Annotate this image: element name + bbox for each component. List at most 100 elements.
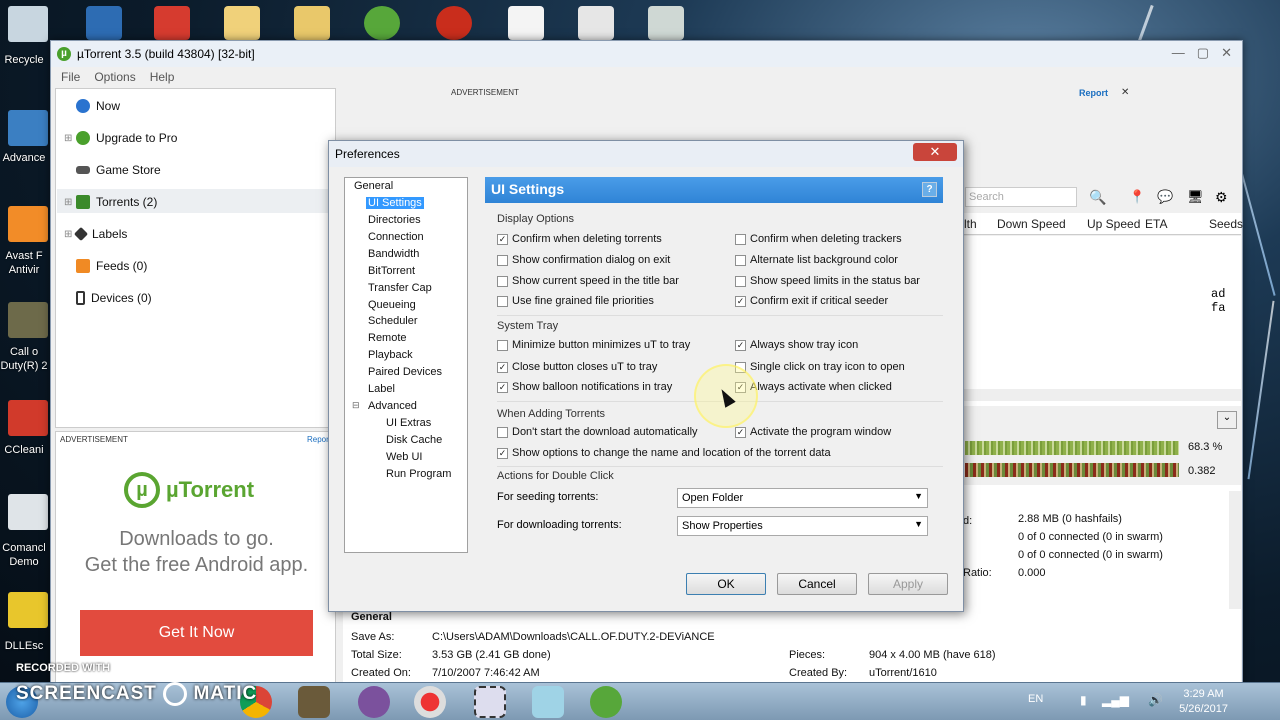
window-icon[interactable] (648, 6, 684, 40)
gear-icon[interactable]: ⚙ (1215, 189, 1228, 206)
checkbox-balloon-notifications[interactable]: ✓ Show balloon notifications in tray (497, 381, 672, 393)
checkbox-box[interactable]: ✓ (497, 381, 508, 393)
tree-item-playback[interactable]: Playback (366, 349, 415, 361)
tree-item-ui-extras[interactable]: UI Extras (384, 417, 433, 429)
comanche-icon[interactable] (8, 494, 48, 530)
sidebar-item-feeds[interactable]: Feeds (0) (64, 256, 147, 276)
checkbox-single-click-tray[interactable]: Single click on tray icon to open (735, 361, 905, 373)
file-icon[interactable] (578, 6, 614, 40)
report-link[interactable]: Report (1079, 88, 1108, 98)
tree-item-general[interactable]: General (352, 180, 395, 192)
checkbox-always-activate[interactable]: ✓ Always activate when clicked (735, 381, 892, 393)
checkbox-minimize-tray[interactable]: Minimize button minimizes uT to tray (497, 339, 690, 351)
tree-item-advanced[interactable]: Advanced (366, 400, 419, 412)
dialog-close-icon[interactable]: ✕ (913, 143, 957, 161)
menu-help[interactable]: Help (150, 70, 175, 84)
game-icon[interactable] (298, 686, 330, 718)
tree-item-scheduler[interactable]: Scheduler (366, 315, 420, 327)
expand-icon[interactable]: ⊞ (64, 133, 76, 144)
tree-item-run-program[interactable]: Run Program (384, 468, 453, 480)
tree-item-label[interactable]: Label (366, 383, 397, 395)
battery-icon[interactable]: ▮ (1080, 693, 1087, 707)
checkbox-box[interactable] (497, 295, 508, 307)
sidebar-item-torrents[interactable]: ⊞ Torrents (2) (64, 192, 157, 212)
checkbox-confirm-exit-seeder[interactable]: ✓ Confirm exit if critical seeder (735, 295, 888, 307)
checkbox-activate-window[interactable]: ✓ Activate the program window (735, 426, 891, 438)
checkbox-close-tray[interactable]: ✓ Close button closes uT to tray (497, 361, 657, 373)
game-icon[interactable] (436, 6, 472, 40)
checkbox-always-tray-icon[interactable]: ✓ Always show tray icon (735, 339, 858, 351)
menu-file[interactable]: File (61, 70, 80, 84)
collapse-tree-icon[interactable]: ⊟ (352, 400, 360, 411)
checkbox-dont-start[interactable]: Don't start the download automatically (497, 426, 698, 438)
dll-escort-icon[interactable] (8, 592, 48, 628)
window-titlebar[interactable]: µ µTorrent 3.5 (build 43804) [32-bit] — … (51, 41, 1242, 67)
tree-item-directories[interactable]: Directories (366, 214, 423, 226)
checkbox-box[interactable]: ✓ (735, 295, 746, 307)
advance-icon[interactable] (8, 110, 48, 146)
pin-icon[interactable]: 📍 (1129, 189, 1145, 205)
shield-icon[interactable] (154, 6, 190, 40)
sidebar-item-upgrade[interactable]: ⊞ Upgrade to Pro (64, 128, 177, 148)
help-icon[interactable]: ? (922, 182, 937, 197)
tree-item-queueing[interactable]: Queueing (366, 299, 418, 311)
sidebar-item-devices[interactable]: Devices (0) (64, 288, 152, 308)
checkbox-fine-priorities[interactable]: Use fine grained file priorities (497, 295, 654, 307)
tree-item-remote[interactable]: Remote (366, 332, 409, 344)
network-icon[interactable]: ▂▄▆ (1102, 693, 1129, 707)
checkbox-box[interactable]: ✓ (497, 233, 508, 245)
search-icon[interactable]: 🔍 (1089, 189, 1106, 206)
close-ad-icon[interactable]: ✕ (1121, 87, 1129, 98)
expand-icon[interactable]: ⊞ (64, 197, 76, 208)
checkbox-box[interactable] (735, 233, 746, 245)
checkbox-box[interactable]: ✓ (497, 361, 508, 373)
explorer-icon[interactable] (532, 686, 564, 718)
menu-options[interactable]: Options (94, 70, 135, 84)
tree-item-bittorrent[interactable]: BitTorrent (366, 265, 417, 277)
close-icon[interactable]: ✕ (1221, 45, 1232, 61)
checkbox-speed-limits-status[interactable]: Show speed limits in the status bar (735, 275, 920, 287)
checkbox-box[interactable]: ✓ (735, 339, 746, 351)
apply-button[interactable]: Apply (868, 573, 948, 595)
tree-item-connection[interactable]: Connection (366, 231, 426, 243)
checkbox-confirm-exit-dialog[interactable]: Show confirmation dialog on exit (497, 254, 670, 266)
checkbox-alternate-bg[interactable]: Alternate list background color (735, 254, 898, 266)
collapse-icon[interactable]: ⌄ (1217, 411, 1237, 429)
column-header[interactable]: ETA (1145, 217, 1167, 231)
sidebar-item-labels[interactable]: ⊞ Labels (64, 224, 127, 244)
checkbox-show-options-name[interactable]: ✓ Show options to change the name and loc… (497, 447, 831, 459)
checkbox-box[interactable] (497, 254, 508, 266)
minimize-icon[interactable]: — (1172, 45, 1185, 61)
column-header[interactable]: Up Speed (1087, 217, 1140, 231)
call-of-duty-icon[interactable] (8, 302, 48, 338)
checkbox-box[interactable] (497, 275, 508, 287)
cancel-button[interactable]: Cancel (777, 573, 857, 595)
monitor-icon[interactable]: 🖥 (1187, 189, 1204, 205)
tree-item-disk-cache[interactable]: Disk Cache (384, 434, 444, 446)
record-icon[interactable] (414, 686, 446, 718)
ccleaner-icon[interactable] (8, 400, 48, 436)
viber-icon[interactable] (358, 686, 390, 718)
tree-item-ui-settings[interactable]: UI Settings (366, 197, 424, 209)
utorrent-taskbar-icon[interactable] (590, 686, 622, 718)
tree-item-paired-devices[interactable]: Paired Devices (366, 366, 444, 378)
ok-button[interactable]: OK (686, 573, 766, 595)
checkbox-confirm-delete-torrents[interactable]: ✓ Confirm when deleting torrents (497, 233, 662, 245)
tree-item-transfer-cap[interactable]: Transfer Cap (366, 282, 434, 294)
file-icon[interactable] (508, 6, 544, 40)
tree-item-web-ui[interactable]: Web UI (384, 451, 424, 463)
language-indicator[interactable]: EN (1028, 693, 1043, 705)
search-input[interactable]: Search (965, 187, 1077, 207)
column-header[interactable]: Down Speed (997, 217, 1066, 231)
checkbox-confirm-delete-trackers[interactable]: Confirm when deleting trackers (735, 233, 902, 245)
checkbox-speed-title[interactable]: Show current speed in the title bar (497, 275, 679, 287)
folder-icon[interactable] (294, 6, 330, 40)
checkbox-box[interactable] (735, 254, 746, 266)
system-clock[interactable]: 3:29 AM 5/26/2017 (1179, 687, 1228, 717)
checkbox-box[interactable] (497, 339, 508, 351)
sidebar-item-game-store[interactable]: Game Store (64, 160, 161, 180)
snipping-icon[interactable] (474, 686, 506, 718)
seeding-select[interactable]: Open Folder ▼ (677, 488, 928, 508)
volume-icon[interactable]: 🔊 (1148, 693, 1163, 707)
tree-item-bandwidth[interactable]: Bandwidth (366, 248, 421, 260)
